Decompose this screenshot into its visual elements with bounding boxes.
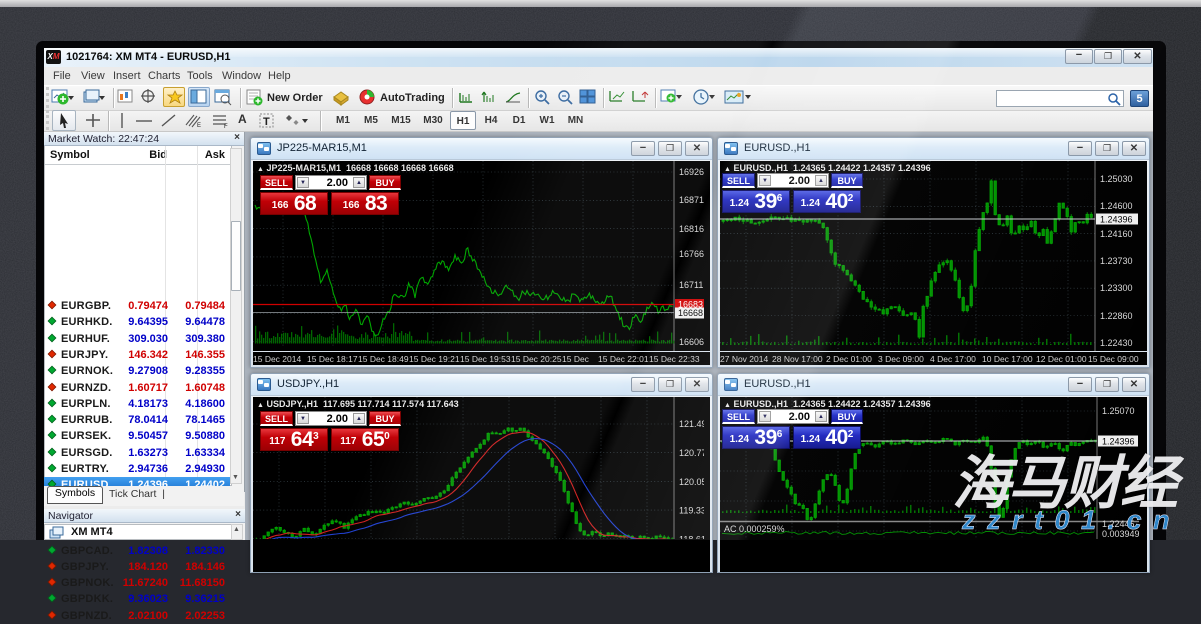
svg-text:16606: 16606 [679,337,704,347]
svg-text:1.23730: 1.23730 [1100,256,1133,266]
svg-text:1.22860: 1.22860 [1100,311,1133,321]
svg-text:121.490: 121.490 [679,419,704,429]
svg-text:1.22430: 1.22430 [1100,338,1133,348]
svg-text:1.25030: 1.25030 [1100,174,1133,184]
svg-text:16668: 16668 [678,308,703,318]
svg-text:T: T [263,116,270,128]
svg-text:16766: 16766 [679,249,704,259]
svg-text:1.24160: 1.24160 [1100,229,1133,239]
svg-text:16816: 16816 [679,224,704,234]
svg-text:AC 0.000259%: AC 0.000259% [724,524,785,534]
svg-text:16926: 16926 [679,167,704,177]
svg-text:E: E [197,123,201,129]
svg-text:16711: 16711 [679,280,703,290]
svg-text:1.23300: 1.23300 [1100,283,1133,293]
svg-text:F: F [224,124,228,129]
svg-text:120.770: 120.770 [679,448,704,458]
svg-text:1.24396: 1.24396 [1100,215,1133,225]
svg-text:120.050: 120.050 [679,477,704,487]
svg-text:118.610: 118.610 [679,535,704,540]
svg-text:119.330: 119.330 [679,506,704,516]
svg-text:1.24600: 1.24600 [1100,201,1133,211]
svg-text:16871: 16871 [679,195,704,205]
